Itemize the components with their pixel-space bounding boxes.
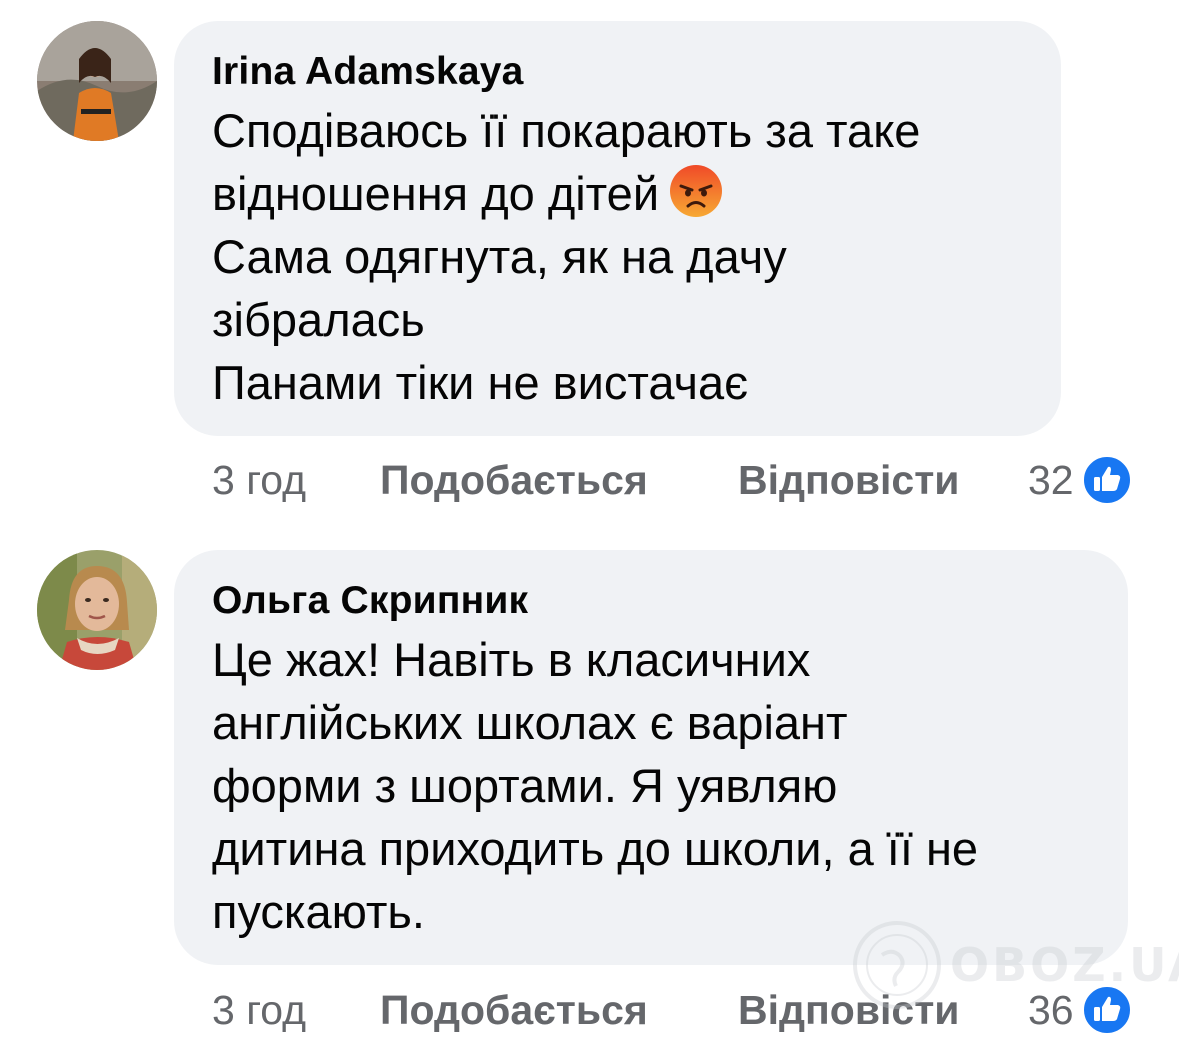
reply-button[interactable]: Відповісти [738,457,1028,504]
like-button[interactable]: Подобається [380,457,738,504]
comment-author[interactable]: Ольга Скрипник [212,576,1088,626]
comment-text: Це жах! Навіть в класичних англійських ш… [212,628,1088,943]
comment-line: Це жах! Навіть в класичних [212,633,811,686]
comment-line: дитина приходить до школи, а її не [212,822,979,875]
like-button[interactable]: Подобається [380,987,738,1034]
comment-timestamp[interactable]: 3 год [212,987,380,1034]
angry-face-emoji-icon [669,164,723,218]
comment-line: Сподіваюсь її покарають за таке [212,104,921,157]
comment-line: зібралась [212,293,425,346]
comment-line: відношення до дітей [212,167,660,220]
comment-line: форми з шортами. Я уявляю [212,759,838,812]
comment-line-with-emoji: відношення до дітей [212,162,1021,225]
avatar[interactable] [37,21,157,141]
comment-bubble: Irina Adamskaya Сподіваюсь її покарають … [174,21,1061,436]
like-icon[interactable] [1081,455,1132,505]
avatar[interactable] [37,550,157,670]
comment-bubble: Ольга Скрипник Це жах! Навіть в класични… [174,550,1128,965]
watermark: OBOZ.UA [852,920,1179,1010]
watermark-text: OBOZ.UA [950,938,1179,992]
comment-line: англійських школах є варіант [212,696,848,749]
comment-actions: 3 год Подобається Відповісти 32 [212,450,1132,510]
globe-icon [853,921,941,1009]
comment-line: Сама одягнута, як на дачу [212,230,787,283]
comment-text: Сподіваюсь її покарають за таке відношен… [212,99,1021,414]
comment-line: Панами тіки не вистачає [212,356,749,409]
reaction-count[interactable]: 32 [1028,457,1074,504]
comment-timestamp[interactable]: 3 год [212,457,380,504]
comment-author[interactable]: Irina Adamskaya [212,47,1021,97]
